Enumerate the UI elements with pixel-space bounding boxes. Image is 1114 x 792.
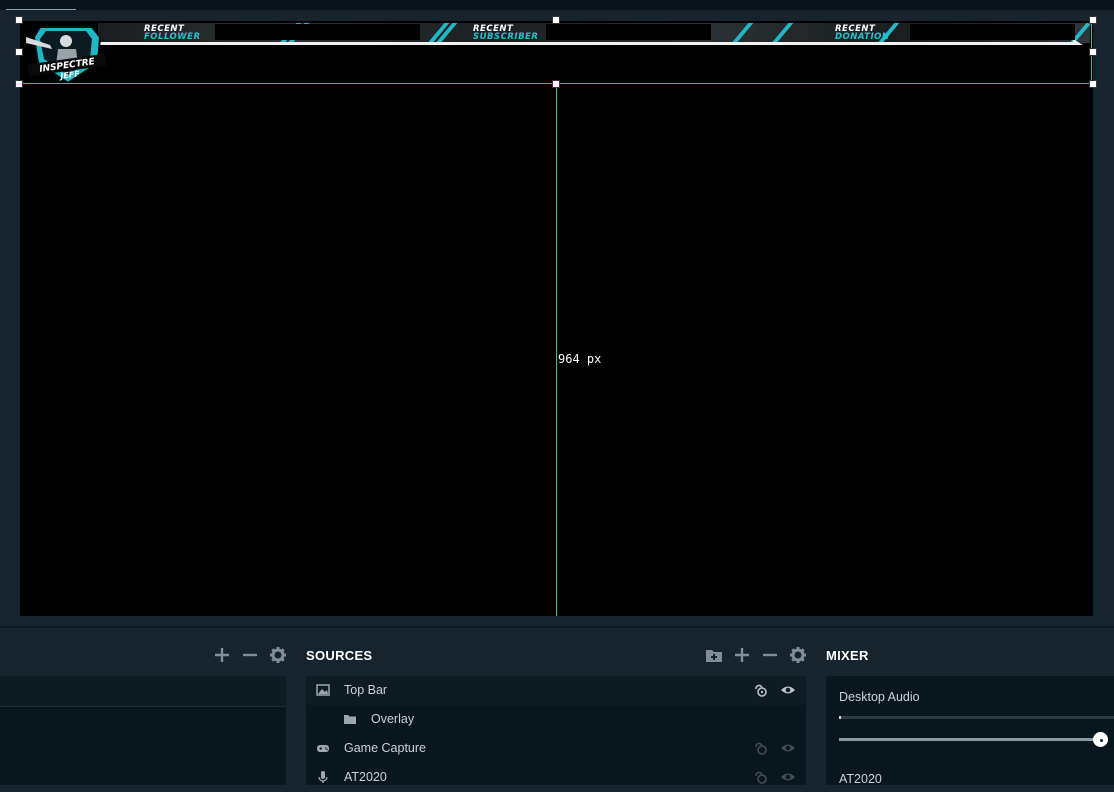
dock-divider[interactable] xyxy=(0,626,1114,628)
scenes-list[interactable] xyxy=(0,676,286,785)
source-item[interactable]: Game Capture xyxy=(306,734,806,763)
preview-area[interactable]: RECENT FOLLOWER RECENT SUBSCRIBER RECENT… xyxy=(0,10,1114,626)
bottom-dock: SOURCES Top Bar Overlay Game Capture AT2… xyxy=(0,626,1114,786)
unlock-icon[interactable] xyxy=(754,770,768,784)
source-name: Overlay xyxy=(371,712,415,726)
unlock-icon[interactable] xyxy=(754,741,768,755)
selection-bounding-box[interactable] xyxy=(20,21,1092,84)
sources-title: SOURCES xyxy=(306,648,373,663)
plus-icon xyxy=(735,648,749,662)
resize-handle-right[interactable] xyxy=(1089,48,1097,56)
eye-icon[interactable] xyxy=(780,741,796,755)
plus-icon xyxy=(215,648,229,662)
resize-handle-bottom[interactable] xyxy=(552,80,560,88)
source-settings-button[interactable] xyxy=(787,644,809,666)
mixer-title: MIXER xyxy=(826,648,869,663)
mixer-channel-name: Desktop Audio xyxy=(839,690,920,704)
add-scene-button[interactable] xyxy=(211,644,233,666)
folder-add-icon xyxy=(706,650,722,662)
resize-handle-bottom-left[interactable] xyxy=(15,80,23,88)
eye-icon[interactable] xyxy=(780,770,796,784)
gear-icon xyxy=(270,647,286,663)
source-item[interactable]: Top Bar xyxy=(306,676,806,705)
resize-handle-top-left[interactable] xyxy=(15,16,23,24)
scene-item-selected[interactable] xyxy=(0,676,286,707)
resize-handle-bottom-right[interactable] xyxy=(1089,80,1097,88)
resize-handle-left[interactable] xyxy=(15,48,23,56)
gamepad-icon xyxy=(317,745,329,752)
add-folder-button[interactable] xyxy=(703,644,725,666)
remove-source-button[interactable] xyxy=(759,644,781,666)
source-name: AT2020 xyxy=(344,770,387,784)
minus-icon xyxy=(763,653,777,657)
minus-icon xyxy=(243,653,257,657)
microphone-icon xyxy=(318,771,328,783)
eye-icon[interactable] xyxy=(780,683,796,697)
distance-guide-label: 964 px xyxy=(558,352,602,366)
gear-icon xyxy=(790,647,806,663)
resize-handle-top[interactable] xyxy=(552,16,560,24)
scene-settings-button[interactable] xyxy=(267,644,289,666)
audio-level-meter-fill xyxy=(839,716,841,719)
image-icon xyxy=(316,684,330,696)
folder-icon xyxy=(344,715,356,724)
audio-level-meter xyxy=(839,716,1114,719)
source-name: Game Capture xyxy=(344,741,426,755)
mixer-channel-name: AT2020 xyxy=(839,772,882,786)
source-item[interactable]: AT2020 xyxy=(306,763,806,792)
volume-slider[interactable] xyxy=(839,738,1101,741)
source-item[interactable]: Overlay xyxy=(306,705,806,734)
remove-scene-button[interactable] xyxy=(239,644,261,666)
volume-slider-knob[interactable] xyxy=(1093,732,1108,747)
window-top-strip xyxy=(0,0,1114,10)
add-source-button[interactable] xyxy=(731,644,753,666)
preview-canvas[interactable]: RECENT FOLLOWER RECENT SUBSCRIBER RECENT… xyxy=(20,21,1093,616)
resize-handle-top-right[interactable] xyxy=(1089,16,1097,24)
source-name: Top Bar xyxy=(344,683,388,697)
mixer-panel: Desktop Audio AT2020 xyxy=(826,676,1114,786)
sources-list[interactable]: Top Bar Overlay Game Capture AT2020 xyxy=(306,676,806,785)
distance-guide-line xyxy=(556,84,557,616)
unlock-icon[interactable] xyxy=(754,683,768,697)
